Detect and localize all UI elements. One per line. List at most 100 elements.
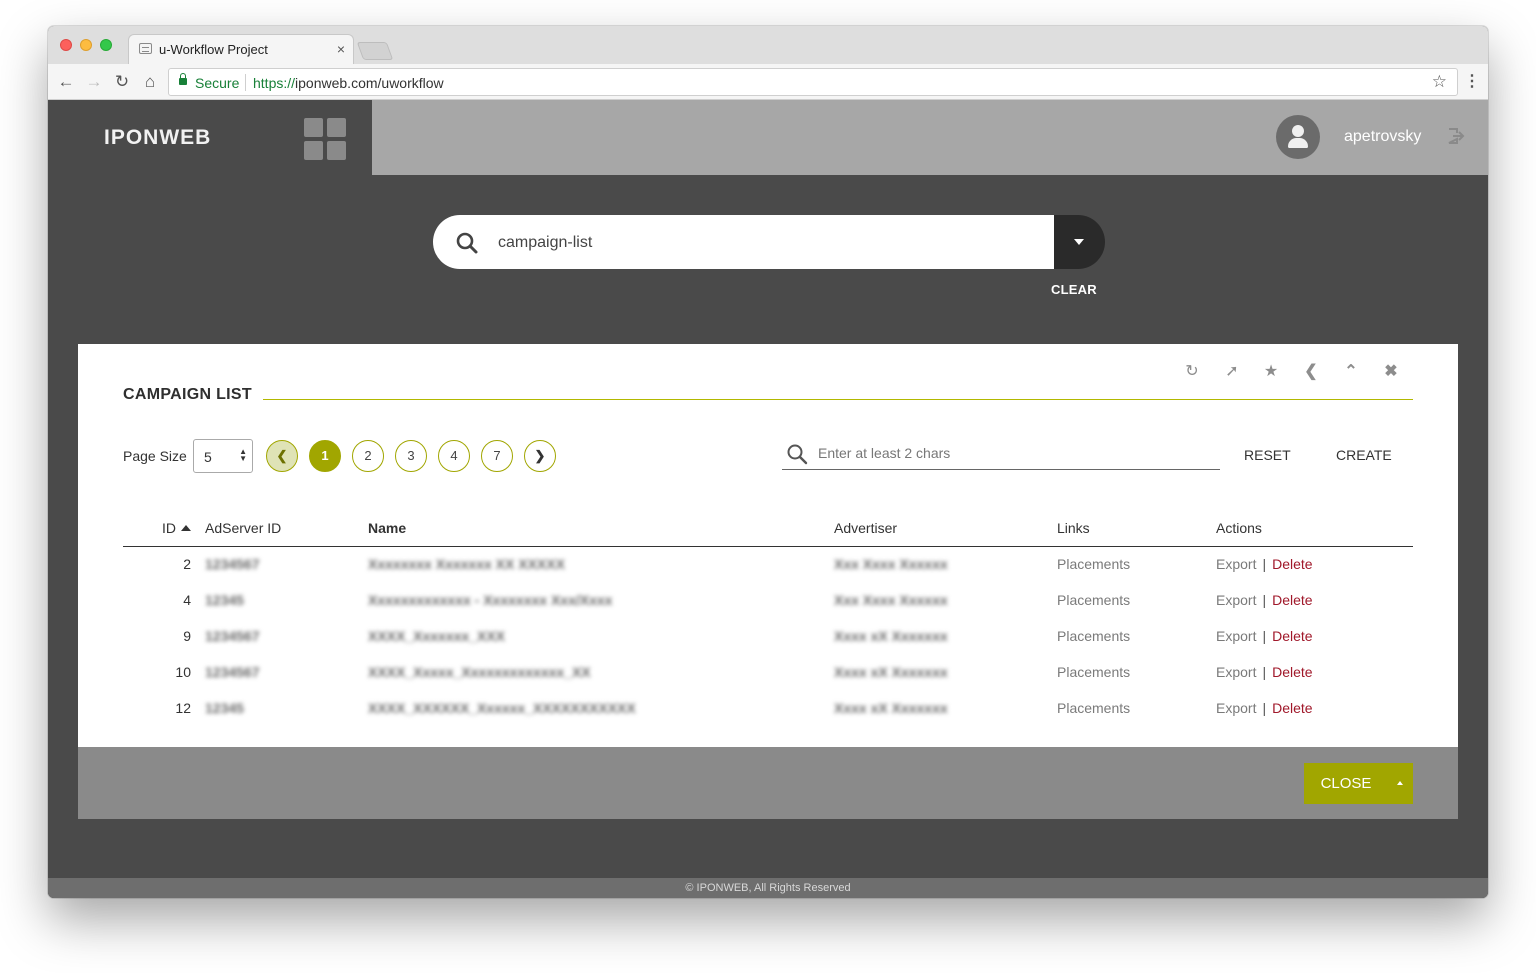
close-menu-caret-icon[interactable] bbox=[1388, 763, 1413, 804]
delete-link[interactable]: Delete bbox=[1272, 592, 1312, 608]
cell-adserver-id: 1234567 bbox=[205, 654, 368, 690]
column-name[interactable]: Name bbox=[368, 510, 834, 547]
export-link[interactable]: Export bbox=[1216, 700, 1256, 716]
pin-icon[interactable]: ➚ bbox=[1222, 362, 1242, 382]
username[interactable]: apetrovsky bbox=[1344, 128, 1421, 146]
filter-input[interactable] bbox=[818, 444, 1208, 462]
logout-icon[interactable] bbox=[1446, 126, 1466, 146]
table-row[interactable]: 9 1234567 XXXX_Xxxxxxx_XXX Xxxx xX Xxxxxxx P… bbox=[123, 618, 1413, 654]
home-icon[interactable]: ⌂ bbox=[140, 72, 160, 92]
action-separator: | bbox=[1262, 592, 1267, 608]
page-size-select[interactable]: 5 ▲ ▼ bbox=[193, 439, 253, 473]
table-row[interactable]: 2 1234567 Xxxxxxxx Xxxxxxx XX XXXXX Xxx Xxx… bbox=[123, 546, 1413, 582]
cell-id: 10 bbox=[175, 664, 191, 680]
chevron-up-icon[interactable]: ⌃ bbox=[1341, 362, 1361, 382]
adserver-id-value: 1234567 bbox=[205, 556, 260, 573]
browser-toolbar: ← → ↻ ⌂ Secure https://iponweb.com/uwork… bbox=[48, 64, 1488, 100]
forward-arrow-icon[interactable]: → bbox=[84, 72, 104, 92]
page-button-1[interactable]: 1 bbox=[309, 440, 341, 472]
clear-button[interactable]: CLEAR bbox=[1051, 282, 1097, 297]
select-arrows-icon: ▲ ▼ bbox=[239, 447, 247, 463]
delete-link[interactable]: Delete bbox=[1272, 664, 1312, 680]
iponweb-logo[interactable]: IPONWEB bbox=[104, 126, 211, 150]
browser-titlebar: u-Workflow Project × bbox=[48, 26, 1488, 64]
reload-icon[interactable]: ↻ bbox=[112, 72, 132, 92]
url-host-path: iponweb.com/uworkflow bbox=[295, 75, 444, 91]
url-text: https://iponweb.com/uworkflow bbox=[253, 75, 444, 91]
export-link[interactable]: Export bbox=[1216, 628, 1256, 644]
create-button[interactable]: CREATE bbox=[1336, 447, 1392, 463]
new-tab-button[interactable] bbox=[356, 42, 394, 60]
delete-link[interactable]: Delete bbox=[1272, 628, 1312, 644]
chevron-left-icon[interactable]: ❮ bbox=[1301, 362, 1321, 382]
column-actions: Actions bbox=[1216, 510, 1413, 547]
sort-asc-icon bbox=[181, 524, 191, 531]
table-row[interactable]: 4 12345 Xxxxxxxxxxxxx - Xxxxxxxx Xxx/Xxxx X… bbox=[123, 582, 1413, 618]
page-button-2[interactable]: 2 bbox=[352, 440, 384, 472]
secure-label: Secure bbox=[195, 75, 240, 91]
back-arrow-icon[interactable]: ← bbox=[56, 72, 76, 92]
column-id[interactable]: ID bbox=[123, 510, 205, 547]
placements-link[interactable]: Placements bbox=[1057, 664, 1130, 680]
cell-name: XXXX_XXXXXX_Xxxxxx_XXXXXXXXXXX bbox=[368, 690, 834, 726]
cell-advertiser: Xxxx xX Xxxxxxx bbox=[834, 690, 1057, 726]
placements-link[interactable]: Placements bbox=[1057, 700, 1130, 716]
placements-link[interactable]: Placements bbox=[1057, 556, 1130, 572]
prev-page-button[interactable]: ❮ bbox=[266, 440, 298, 472]
browser-menu-icon[interactable]: ⋮ bbox=[1464, 72, 1480, 92]
search-dropdown-button[interactable] bbox=[1054, 215, 1105, 269]
page-size-value: 5 bbox=[204, 449, 212, 465]
advertiser-value: Xxx Xxxx Xxxxxx bbox=[834, 556, 948, 573]
window-close-button[interactable] bbox=[60, 39, 72, 51]
campaign-name-value: Xxxxxxxx Xxxxxxx XX XXXXX bbox=[368, 556, 565, 573]
screen: u-Workflow Project × ← → ↻ ⌂ Secure http… bbox=[0, 0, 1536, 973]
apps-grid-icon[interactable] bbox=[304, 118, 346, 160]
window-zoom-button[interactable] bbox=[100, 39, 112, 51]
cell-adserver-id: 1234567 bbox=[205, 618, 368, 654]
placements-link[interactable]: Placements bbox=[1057, 628, 1130, 644]
column-id-label: ID bbox=[162, 519, 176, 536]
table-body: 2 1234567 Xxxxxxxx Xxxxxxx XX XXXXX Xxx Xxx… bbox=[123, 546, 1413, 726]
panel-tools: ↻ ➚ ★ ❮ ⌃ ✖ bbox=[1182, 362, 1402, 384]
column-advertiser[interactable]: Advertiser bbox=[834, 510, 1057, 547]
page-button-3[interactable]: 3 bbox=[395, 440, 427, 472]
page-size-label: Page Size bbox=[123, 448, 187, 464]
browser-tab[interactable]: u-Workflow Project × bbox=[128, 34, 354, 64]
search-input[interactable]: campaign-list bbox=[433, 215, 1055, 269]
page-button-7[interactable]: 7 bbox=[481, 440, 513, 472]
reset-button[interactable]: RESET bbox=[1244, 447, 1291, 463]
close-button[interactable]: CLOSE bbox=[1304, 763, 1388, 804]
close-icon[interactable]: ✖ bbox=[1381, 362, 1401, 382]
next-page-button[interactable]: ❯ bbox=[524, 440, 556, 472]
avatar[interactable] bbox=[1276, 115, 1320, 159]
column-links: Links bbox=[1057, 510, 1216, 547]
cell-adserver-id: 12345 bbox=[205, 582, 368, 618]
table-header-row: ID AdServer ID Name Advertiser Links Act… bbox=[123, 510, 1413, 547]
refresh-icon[interactable]: ↻ bbox=[1182, 362, 1202, 382]
adserver-id-value: 1234567 bbox=[205, 664, 260, 680]
address-bar[interactable]: Secure https://iponweb.com/uworkflow ☆ bbox=[168, 68, 1458, 96]
campaign-name-value: XXXX_XXXXXX_Xxxxxx_XXXXXXXXXXX bbox=[368, 700, 636, 716]
filter-search-icon bbox=[787, 444, 808, 465]
tab-close-icon[interactable]: × bbox=[337, 41, 345, 57]
app-root: IPONWEB apetrovsky campaign-list CLEAR ↻… bbox=[48, 100, 1488, 898]
action-separator: | bbox=[1262, 628, 1267, 644]
cell-actions: Export | Delete bbox=[1216, 690, 1413, 726]
delete-link[interactable]: Delete bbox=[1272, 700, 1312, 716]
placements-link[interactable]: Placements bbox=[1057, 592, 1130, 608]
delete-link[interactable]: Delete bbox=[1272, 556, 1312, 572]
column-adserver-id[interactable]: AdServer ID bbox=[205, 510, 368, 547]
table-row[interactable]: 10 1234567 XXXX_Xxxxx_Xxxxxxxxxxxxx_XX Xxxx… bbox=[123, 654, 1413, 690]
tab-title: u-Workflow Project bbox=[159, 42, 268, 57]
export-link[interactable]: Export bbox=[1216, 664, 1256, 680]
page-button-4[interactable]: 4 bbox=[438, 440, 470, 472]
url-separator bbox=[245, 74, 246, 91]
advertiser-value: Xxxx xX Xxxxxxx bbox=[834, 664, 948, 680]
export-link[interactable]: Export bbox=[1216, 556, 1256, 572]
adserver-id-value: 12345 bbox=[205, 700, 244, 716]
star-icon[interactable]: ★ bbox=[1261, 362, 1281, 382]
export-link[interactable]: Export bbox=[1216, 592, 1256, 608]
bookmark-star-icon[interactable]: ☆ bbox=[1432, 72, 1447, 92]
window-minimize-button[interactable] bbox=[80, 39, 92, 51]
table-row[interactable]: 12 12345 XXXX_XXXXXX_Xxxxxx_XXXXXXXXXXX Xxx… bbox=[123, 690, 1413, 726]
